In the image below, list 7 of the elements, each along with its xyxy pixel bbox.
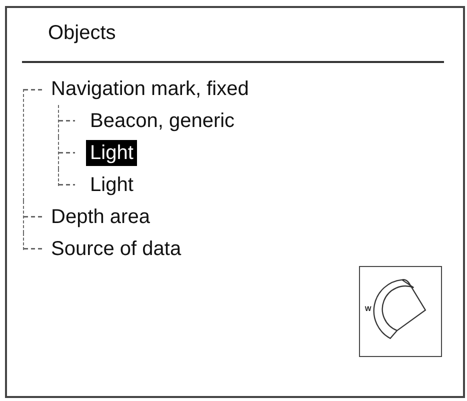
tree-item[interactable]: Depth area [47, 204, 154, 230]
tree-item[interactable]: Source of data [47, 236, 186, 262]
tree-item[interactable]: Beacon, generic [86, 108, 239, 134]
tree-item[interactable]: Navigation mark, fixed [47, 76, 253, 102]
tree-item[interactable]: Light [86, 172, 138, 198]
panel-title: Objects [48, 21, 117, 45]
tree-item[interactable]: Light [86, 140, 138, 166]
